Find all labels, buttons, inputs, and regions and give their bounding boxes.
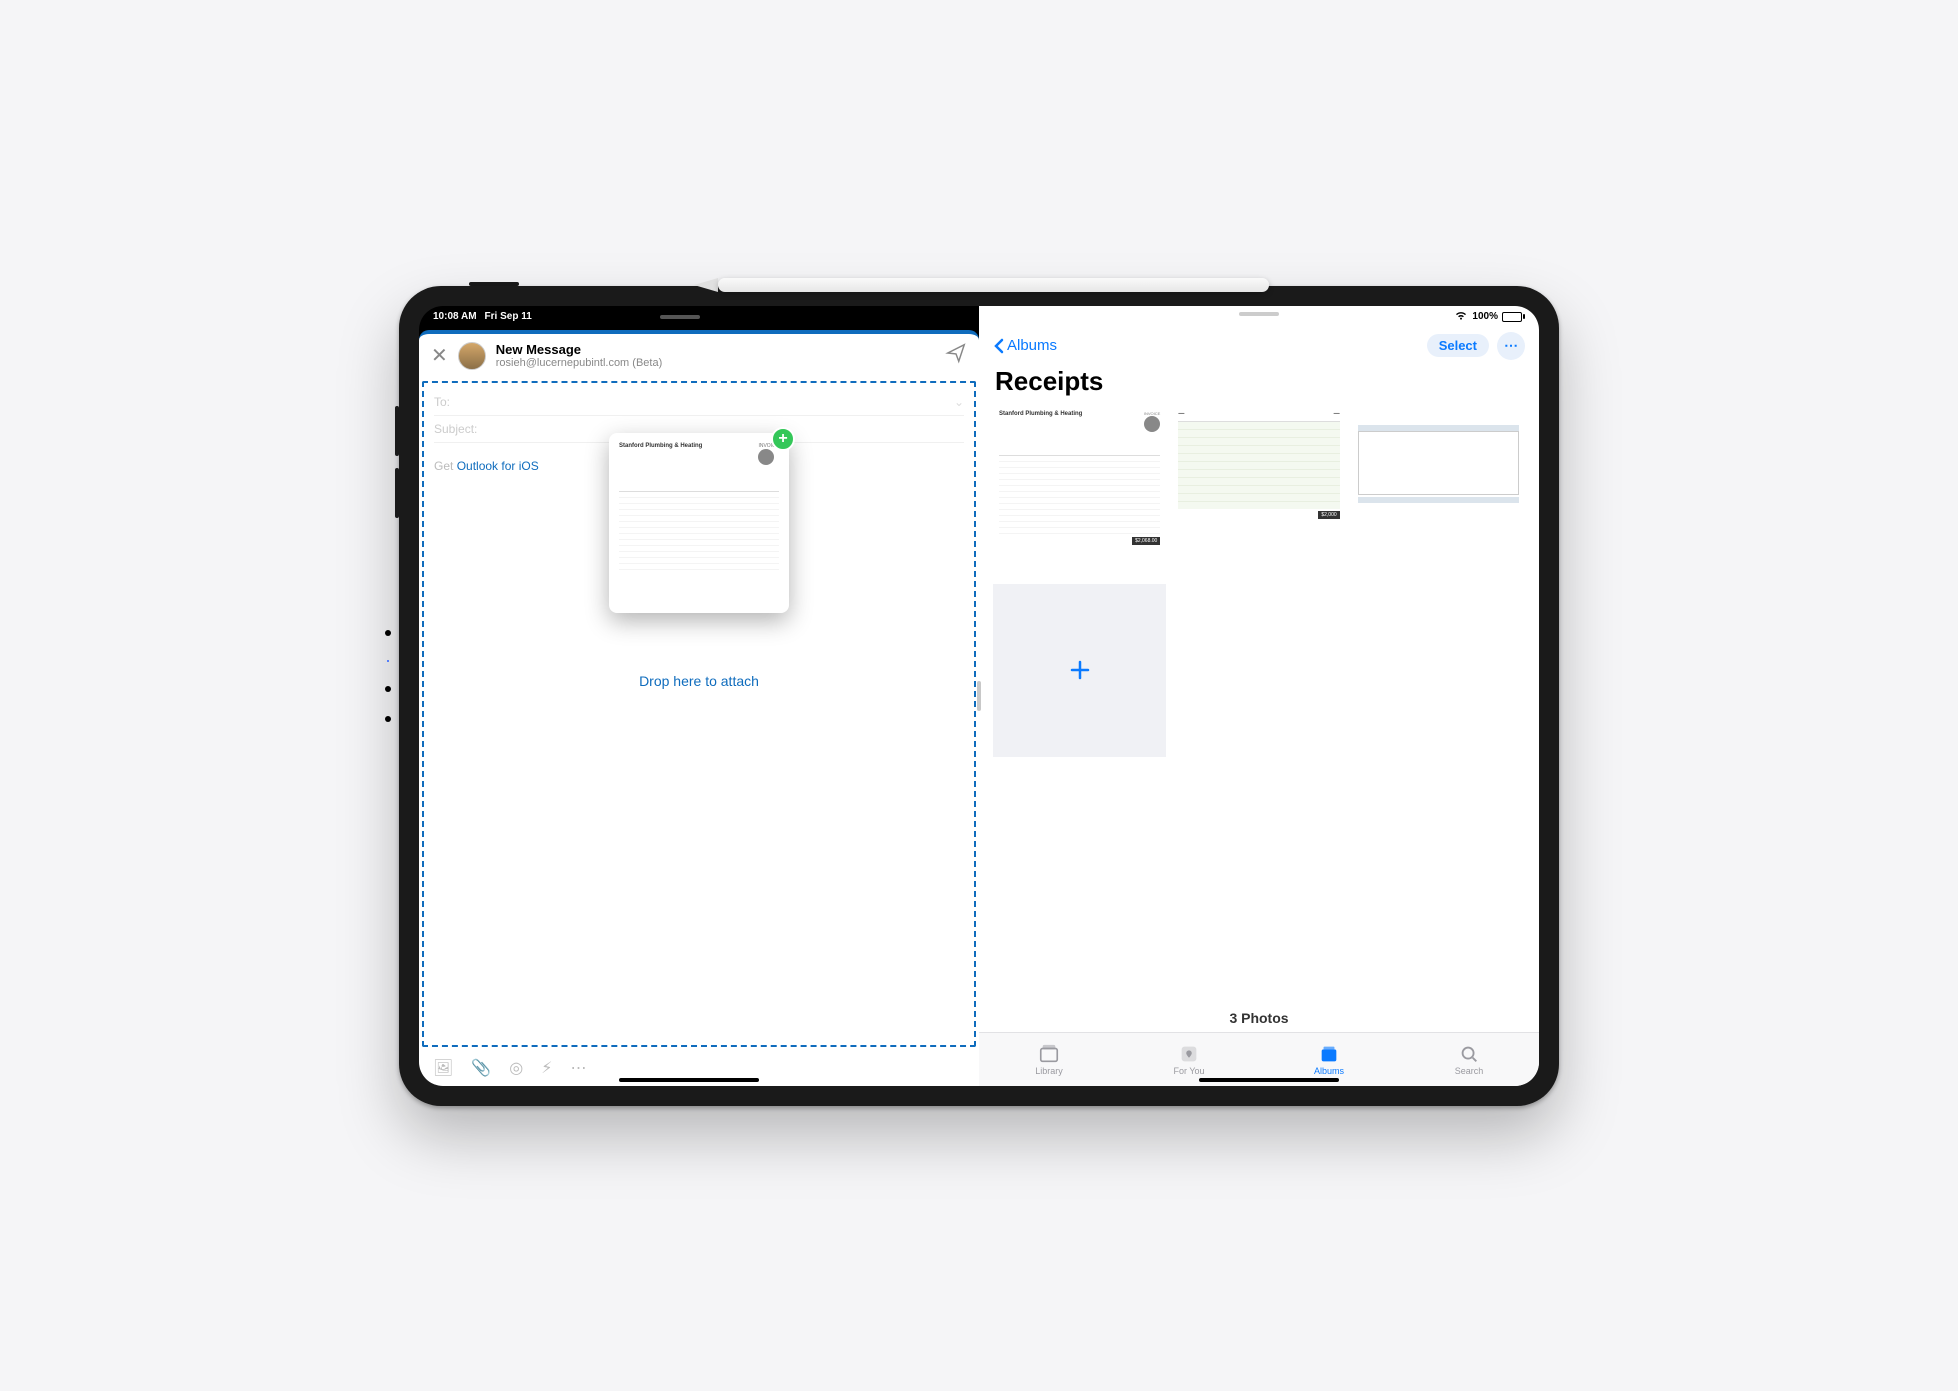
back-button[interactable]: Albums xyxy=(993,337,1057,354)
mail-compose-sheet: ✕ New Message rosieh@lucernepubintl.com … xyxy=(419,330,979,1086)
status-bar-left: 10:08 AM Fri Sep 11 xyxy=(419,306,979,328)
split-handle-icon[interactable] xyxy=(660,315,700,319)
more-icon[interactable]: ⋯ xyxy=(1497,332,1525,360)
add-photo-button[interactable] xyxy=(993,584,1166,757)
photo-tile-receipt-2[interactable]: —— $2,000 xyxy=(1172,405,1345,578)
select-button[interactable]: Select xyxy=(1427,334,1489,357)
apple-pencil xyxy=(689,272,1269,298)
drag-preview[interactable]: Stanford Plumbing & HeatingINVOICE + xyxy=(609,433,789,613)
status-time: 10:08 AM xyxy=(433,311,477,322)
camera-icon[interactable]: ◎ xyxy=(509,1058,523,1078)
back-label: Albums xyxy=(1007,337,1057,354)
format-icon[interactable]: ⚡︎ xyxy=(541,1058,552,1078)
left-pane-outlook: 10:08 AM Fri Sep 11 ✕ New Message rosieh… xyxy=(419,306,979,1086)
chevron-down-icon[interactable]: ⌄ xyxy=(954,395,964,409)
home-indicator[interactable] xyxy=(1199,1078,1339,1082)
plus-badge-icon: + xyxy=(771,427,795,451)
photo-tile-receipt-3[interactable] xyxy=(1352,405,1525,578)
attach-icon[interactable]: 📎 xyxy=(471,1058,491,1078)
compose-drop-zone[interactable]: To: ⌄ Subject: Get Outlook for iOS Stanf… xyxy=(422,381,976,1047)
compose-title: New Message xyxy=(496,342,662,357)
more-icon[interactable]: ⋯ xyxy=(570,1058,586,1078)
photo-grid: Stanford Plumbing & HeatingINVOICE $2,06… xyxy=(979,405,1539,758)
to-field[interactable]: To: ⌄ xyxy=(434,389,964,416)
send-icon[interactable] xyxy=(945,342,967,369)
tab-search[interactable]: Search xyxy=(1399,1033,1539,1086)
home-indicator[interactable] xyxy=(619,1078,759,1082)
compose-from: rosieh@lucernepubintl.com (Beta) xyxy=(496,357,662,369)
device-frame: 10:08 AM Fri Sep 11 ✕ New Message rosieh… xyxy=(399,286,1559,1106)
album-title: Receipts xyxy=(979,364,1539,405)
battery-icon xyxy=(1502,312,1525,322)
drop-hint: Drop here to attach xyxy=(424,673,974,689)
close-icon[interactable]: ✕ xyxy=(431,343,448,368)
battery-pct: 100% xyxy=(1472,311,1498,322)
avatar xyxy=(458,342,486,370)
photo-count: 3 Photos xyxy=(979,1010,1539,1026)
split-divider-handle[interactable] xyxy=(977,681,981,711)
status-date: Fri Sep 11 xyxy=(485,311,532,322)
photo-tile-receipt-1[interactable]: Stanford Plumbing & HeatingINVOICE $2,06… xyxy=(993,405,1166,578)
status-bar-right: 100% xyxy=(979,306,1539,328)
split-handle-icon[interactable] xyxy=(1239,312,1279,316)
outlook-link[interactable]: Outlook for iOS xyxy=(457,459,539,473)
right-pane-photos: 100% Albums Select ⋯ Receipts Stanford P… xyxy=(979,306,1539,1086)
photo-icon[interactable]: 🖼 xyxy=(433,1058,453,1078)
wifi-icon xyxy=(1454,310,1468,323)
tab-library[interactable]: Library xyxy=(979,1033,1119,1086)
